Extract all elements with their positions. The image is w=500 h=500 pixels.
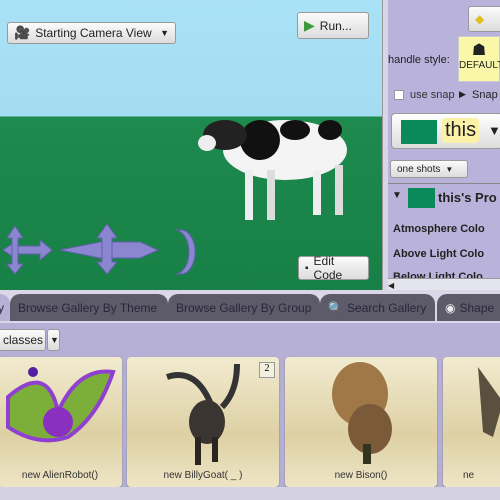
bison-thumbnail: [332, 362, 392, 464]
undo-button[interactable]: ◆: [468, 6, 500, 32]
gallery-card-bison[interactable]: new Bison(): [285, 357, 437, 487]
chevron-down-icon: ▼: [488, 123, 500, 138]
classes-dropdown[interactable]: classes: [0, 329, 46, 351]
tab-shapes[interactable]: ◉ Shape: [437, 294, 500, 321]
search-icon: 🔍: [328, 300, 343, 315]
property-above-light-color[interactable]: Above Light Colo: [393, 248, 484, 260]
collapse-triangle-icon[interactable]: ▼: [392, 190, 402, 201]
handle-style-default[interactable]: ☗ DEFAULT: [458, 36, 500, 82]
expand-triangle-icon[interactable]: ▶: [459, 89, 466, 100]
tab-browse-by-group[interactable]: Browse Gallery By Group: [168, 294, 320, 321]
gallery-card-alienrobot[interactable]: new AlienRobot(): [0, 357, 122, 487]
cow-model[interactable]: [195, 105, 355, 230]
play-icon: ▶: [304, 17, 315, 33]
tab-browse-by-theme[interactable]: Browse Gallery By Theme: [10, 294, 168, 321]
gallery-panel: classes ▼ new AlienRobot() 2 new BillyGo…: [0, 323, 500, 487]
properties-panel: ◆ handle style: ☗ DEFAULT use snap ▶ Sna…: [388, 0, 500, 290]
creature-thumbnail: [478, 367, 500, 437]
move-arrows-icon[interactable]: [0, 222, 200, 277]
scene-view[interactable]: 🎥 Starting Camera View ▼ ▶ Run... ▪ Edit…: [0, 0, 382, 290]
use-snap-checkbox[interactable]: [394, 90, 404, 100]
object-swatch: [401, 120, 437, 144]
chevron-down-icon: ▼: [160, 28, 169, 38]
handle-icon: ☗: [471, 42, 487, 59]
gallery-tabs: y Browse Gallery By Theme Browse Gallery…: [0, 290, 500, 323]
variant-count-badge: 2: [259, 362, 275, 378]
alienrobot-thumbnail: [6, 367, 116, 443]
object-swatch: [408, 188, 435, 208]
camera-icon: 🎥: [14, 25, 31, 40]
chevron-down-icon[interactable]: ▼: [47, 329, 60, 351]
tab-browse-hierarchy[interactable]: y: [0, 294, 10, 321]
one-shots-dropdown[interactable]: one shots ▼: [390, 160, 468, 178]
run-button[interactable]: ▶ Run...: [297, 12, 369, 39]
circle-icon: ◉: [445, 300, 456, 315]
edit-icon: ▪: [305, 262, 309, 274]
gallery-scrollbar[interactable]: [0, 487, 500, 500]
horizontal-scrollbar[interactable]: ◀: [388, 278, 500, 290]
gallery-card-billygoat[interactable]: 2 new BillyGoat( _ ): [127, 357, 279, 487]
billygoat-thumbnail: [166, 363, 240, 465]
chevron-down-icon: ▼: [445, 164, 454, 174]
gallery-card-next[interactable]: ne: [443, 357, 500, 487]
edit-code-button[interactable]: ▪ Edit Code: [298, 254, 369, 282]
selected-object-dropdown[interactable]: this ▼: [391, 113, 500, 149]
property-below-light-color[interactable]: Below Light Colo: [393, 271, 483, 278]
camera-view-dropdown[interactable]: 🎥 Starting Camera View ▼: [7, 22, 176, 44]
property-atmosphere-color[interactable]: Atmosphere Colo: [393, 223, 485, 235]
tab-search-gallery[interactable]: 🔍 Search Gallery: [320, 294, 435, 321]
arrow-icon: ◆: [475, 12, 485, 26]
